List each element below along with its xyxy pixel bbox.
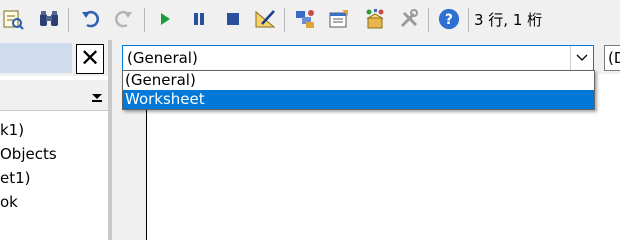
dropdown-arrow-icon[interactable] xyxy=(90,88,104,104)
cursor-position-text: 3 行, 1 桁 xyxy=(474,11,543,29)
svg-text:?: ? xyxy=(445,12,453,28)
project-explorer-icon[interactable] xyxy=(294,8,316,30)
standard-toolbar: ? 3 行, 1 桁 xyxy=(0,0,620,40)
binoculars-icon[interactable] xyxy=(38,8,60,30)
object-combo-value: (General) xyxy=(127,49,198,67)
design-mode-icon[interactable] xyxy=(254,8,276,30)
pane-title-strip xyxy=(0,43,72,73)
run-icon[interactable] xyxy=(154,8,176,30)
project-tree: k1) Objects et1) ok xyxy=(0,118,108,214)
close-button[interactable]: ✕ xyxy=(76,44,104,74)
object-browser-icon[interactable] xyxy=(364,8,386,30)
toolbar-separator xyxy=(68,8,69,32)
find-icon[interactable] xyxy=(2,8,24,30)
chevron-down-icon[interactable] xyxy=(570,46,593,70)
dropdown-option-selected[interactable]: Worksheet xyxy=(123,90,594,109)
break-icon[interactable] xyxy=(188,8,210,30)
properties-window-icon[interactable] xyxy=(328,8,350,30)
object-selector-combo[interactable] xyxy=(0,80,108,111)
pane-title-bar: ✕ xyxy=(0,40,108,76)
toolbar-separator xyxy=(428,8,429,32)
tree-item[interactable]: k1) xyxy=(0,118,108,142)
procedure-combo[interactable]: (D xyxy=(604,45,620,71)
tree-item[interactable]: Objects xyxy=(0,142,108,166)
undo-icon[interactable] xyxy=(80,8,102,30)
toolbox-icon[interactable] xyxy=(398,8,420,30)
toolbar-separator xyxy=(468,8,469,32)
object-combo[interactable]: (General) xyxy=(122,45,594,71)
dropdown-option[interactable]: (General) xyxy=(123,71,594,90)
tree-item[interactable]: et1) xyxy=(0,166,108,190)
redo-icon xyxy=(112,8,134,30)
toolbar-separator xyxy=(144,8,145,32)
project-explorer-pane: ✕ k1) Objects et1) ok xyxy=(0,40,108,240)
toolbar-separator xyxy=(284,8,285,32)
procedure-combo-value: (D xyxy=(608,49,620,67)
object-combo-dropdown: (General) Worksheet xyxy=(122,70,595,110)
help-icon[interactable]: ? xyxy=(438,8,460,30)
tree-item[interactable]: ok xyxy=(0,190,108,214)
reset-icon[interactable] xyxy=(222,8,244,30)
